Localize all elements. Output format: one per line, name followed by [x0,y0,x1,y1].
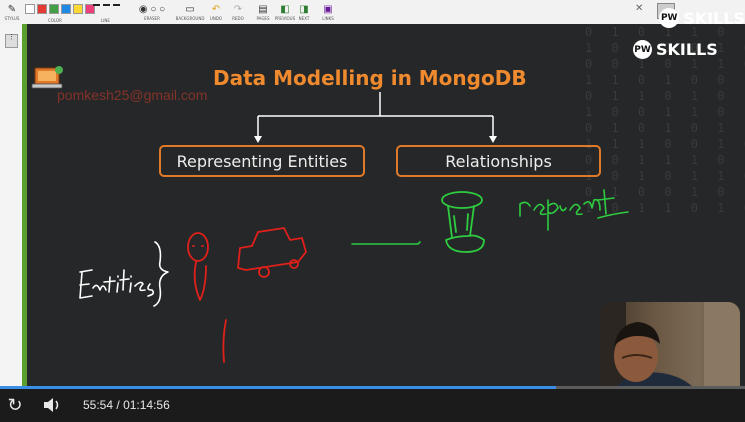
replay-icon[interactable]: ↻ [4,394,26,416]
toolbar-pages[interactable]: ▤ PAGES [254,0,272,24]
color-swatch-blue[interactable] [61,4,71,14]
total-time: 01:14:56 [123,398,170,412]
line-width-icon [93,4,100,6]
panel-toggle-icon[interactable]: ⋮ [5,34,18,48]
toolbar-stylus[interactable]: ✎ STYLUS [3,0,21,24]
slide-title: Data Modelling in MongoDB [213,66,527,90]
close-icon[interactable]: ✕ [635,3,649,17]
pw-logo-icon: PW [659,8,680,28]
color-swatch-yellow[interactable] [73,4,83,14]
progress-fill [0,386,556,389]
toolbar-eraser[interactable]: ◉ ○ ○ ERASER [133,0,171,24]
line-widths[interactable] [93,4,120,6]
color-swatch-green[interactable] [49,4,59,14]
next-icon: ◨ [299,3,309,15]
redo-icon: ↷ [233,3,243,15]
box-relationships: Relationships [396,145,601,177]
pw-logo-icon: PW [633,40,652,59]
toolbar-links[interactable]: ▣ LINKS [318,0,338,24]
brand-logo-top: PW SKILLS [659,8,745,28]
color-label: COLOR [48,18,62,23]
eraser-icon: ◉ ○ ○ [138,3,166,15]
volume-icon[interactable] [41,394,63,416]
box-representing-entities: Representing Entities [159,145,365,177]
toolbar-next[interactable]: ◨ NEXT [296,0,312,24]
line-label: LINE [101,18,110,23]
toolbar-undo[interactable]: ↶ UNDO [207,0,225,24]
left-panel: ⋮ [0,24,22,386]
whiteboard-toolbar: ✎ STYLUS COLOR LINE ◉ ○ ○ ERASER ▭ BACKG… [0,0,745,25]
color-swatch-white[interactable] [25,4,35,14]
email-watermark: pomkesh25@gmail.com [57,87,208,103]
pages-icon: ▤ [258,3,268,15]
color-swatch-red[interactable] [37,4,47,14]
stylus-icon: ✎ [7,3,17,15]
time-display: 55:54 / 01:14:56 [83,398,170,412]
previous-icon: ◧ [280,3,290,15]
links-icon: ▣ [323,3,333,15]
video-frame: ✎ STYLUS COLOR LINE ◉ ○ ○ ERASER ▭ BACKG… [0,0,745,422]
progress-track[interactable] [0,386,745,389]
line-width-icon [103,4,110,6]
toolbar-previous[interactable]: ◧ PREVIOUS [274,0,296,24]
line-width-icon [113,4,120,6]
time-separator: / [116,398,120,412]
background-icon: ▭ [185,3,195,15]
toolbar-background[interactable]: ▭ BACKGROUND [176,0,205,24]
video-player-controls: ↻ 55:54 / 01:14:56 [0,386,745,422]
undo-icon: ↶ [211,3,221,15]
current-time: 55:54 [83,398,114,412]
brand-logo: PW SKILLS [633,40,718,59]
color-swatches [25,4,95,14]
toolbar-redo[interactable]: ↷ REDO [229,0,247,24]
